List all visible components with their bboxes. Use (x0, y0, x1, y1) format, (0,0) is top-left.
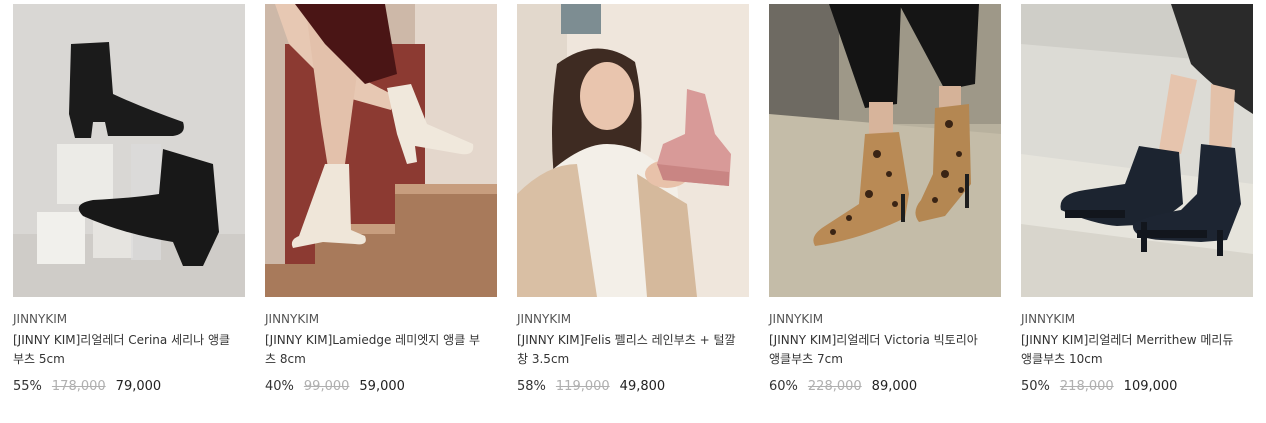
product-name[interactable]: [JINNY KIM]리얼레더 Cerina 세리나 앵클 부츠 5cm (13, 331, 245, 369)
price-row: 40% 99,000 59,000 (265, 378, 497, 396)
product-name[interactable]: [JINNY KIM]리얼레더 Merrithew 메리듀 앵클부츠 10cm (1021, 331, 1253, 369)
original-price: 228,000 (807, 379, 862, 394)
original-price: 99,000 (303, 379, 350, 394)
product-brand: JINNYKIM (517, 312, 572, 326)
product-card[interactable]: JINNYKIM [JINNY KIM]리얼레더 Merrithew 메리듀 앵… (1021, 4, 1253, 396)
product-brand: JINNYKIM (13, 312, 68, 326)
sale-price: 109,000 (1123, 379, 1178, 394)
product-image[interactable] (265, 4, 497, 297)
product-brand: JINNYKIM (769, 312, 824, 326)
sale-price: 79,000 (115, 379, 162, 394)
product-brand: JINNYKIM (265, 312, 320, 326)
sale-price: 49,800 (619, 379, 666, 394)
discount-rate: 50% (1021, 379, 1050, 394)
original-price: 218,000 (1059, 379, 1114, 394)
price-row: 50% 218,000 109,000 (1021, 378, 1253, 396)
product-name[interactable]: [JINNY KIM]Lamiedge 레미엣지 앵클 부츠 8cm (265, 331, 497, 369)
product-grid: JINNYKIM [JINNY KIM]리얼레더 Cerina 세리나 앵클 부… (13, 4, 1253, 396)
discount-rate: 55% (13, 379, 42, 394)
original-price: 119,000 (555, 379, 610, 394)
sale-price: 59,000 (359, 379, 405, 394)
product-card[interactable]: JINNYKIM [JINNY KIM]Lamiedge 레미엣지 앵클 부츠 … (265, 4, 497, 396)
price-row: 58% 119,000 49,800 (517, 378, 749, 396)
product-card[interactable]: JINNYKIM [JINNY KIM]리얼레더 Victoria 빅토리아 앵… (769, 4, 1001, 396)
product-name[interactable]: [JINNY KIM]리얼레더 Victoria 빅토리아 앵클부츠 7cm (769, 331, 1001, 369)
product-name[interactable]: [JINNY KIM]Felis 펠리스 레인부츠 + 털깔창 3.5cm (517, 331, 749, 369)
sale-price: 89,000 (871, 379, 918, 394)
discount-rate: 60% (769, 379, 798, 394)
price-row: 60% 228,000 89,000 (769, 378, 1001, 396)
product-image[interactable] (1021, 4, 1253, 297)
discount-rate: 58% (517, 379, 546, 394)
product-card[interactable]: JINNYKIM [JINNY KIM]Felis 펠리스 레인부츠 + 털깔창… (517, 4, 749, 396)
product-image[interactable] (517, 4, 749, 297)
discount-rate: 40% (265, 379, 294, 394)
price-row: 55% 178,000 79,000 (13, 378, 245, 396)
product-card[interactable]: JINNYKIM [JINNY KIM]리얼레더 Cerina 세리나 앵클 부… (13, 4, 245, 396)
original-price: 178,000 (51, 379, 106, 394)
product-image[interactable] (13, 4, 245, 297)
product-brand: JINNYKIM (1021, 312, 1076, 326)
product-image[interactable] (769, 4, 1001, 297)
